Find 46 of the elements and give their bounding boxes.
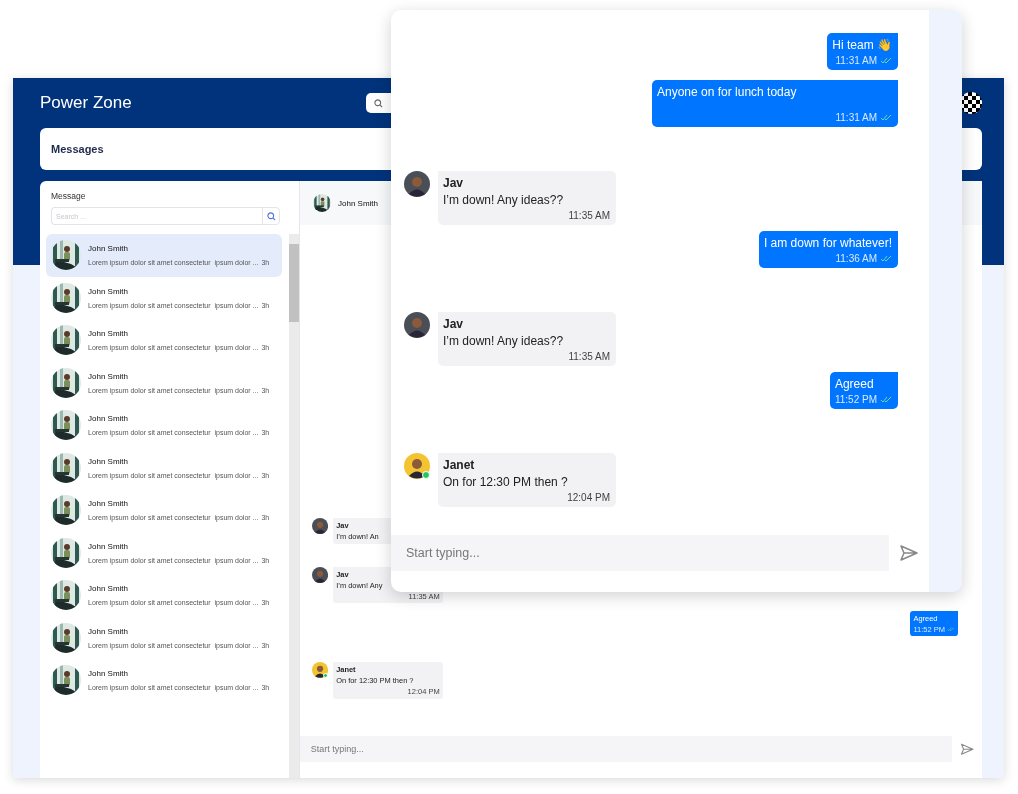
message-text: I’m down! Any ideas?? [443,193,565,207]
contact-name: John Smith [88,499,130,509]
sender-name: Jav [443,317,465,331]
message-time: 11:31 AM [835,55,877,66]
contact-name: John Smith [88,626,130,636]
app-title: Power Zone [40,93,133,113]
message-text: Anyone on for lunch today [657,85,798,99]
list-title: Message [51,191,87,201]
contact-name: John Smith [88,456,130,466]
avatar-icon[interactable] [960,92,982,114]
search-icon[interactable] [266,211,276,221]
scrollbar[interactable] [289,234,299,778]
contact-name: John Smith [88,244,130,254]
sender-name: Jav [443,176,465,190]
message-input[interactable]: Start typing... [391,535,889,571]
message-text: Agreed [834,377,875,391]
search-icon[interactable] [374,98,383,108]
send-icon[interactable] [899,543,919,563]
message-time: 12:04 PM [567,492,610,503]
message-text: I’m down! Any ideas?? [443,334,565,348]
message-text: Hi team 👋 [832,38,892,52]
contact-name: John Smith [88,329,130,339]
message-text: I am down for whatever! [763,236,892,250]
contact-name: John Smith [88,286,130,296]
search-button[interactable] [262,207,280,225]
contact-name: John Smith [88,541,130,551]
contact-name: John Smith [338,198,379,208]
sender-name: Janet [443,458,476,472]
message-time: 11:35 AM [568,210,610,221]
send-icon[interactable] [959,741,974,757]
double-check-icon [946,627,955,632]
message-time: 11:35 AM [568,351,610,362]
contact-name: John Smith [88,371,130,381]
contact-name: John Smith [88,414,130,424]
double-check-icon [880,114,892,121]
message-text: On for 12:30 PM then ? [443,475,569,489]
double-check-icon [880,255,892,262]
double-check-icon [880,57,892,64]
message-input[interactable]: Start typing... [300,736,953,762]
page-title: Messages [51,143,104,155]
contact-name: John Smith [88,669,130,679]
message-time: 11:31 AM [835,112,877,123]
double-check-icon [880,396,892,403]
message-time: 11:36 AM [835,253,877,264]
message-time: 11:52 PM [834,394,877,405]
contact-name: John Smith [88,584,130,594]
